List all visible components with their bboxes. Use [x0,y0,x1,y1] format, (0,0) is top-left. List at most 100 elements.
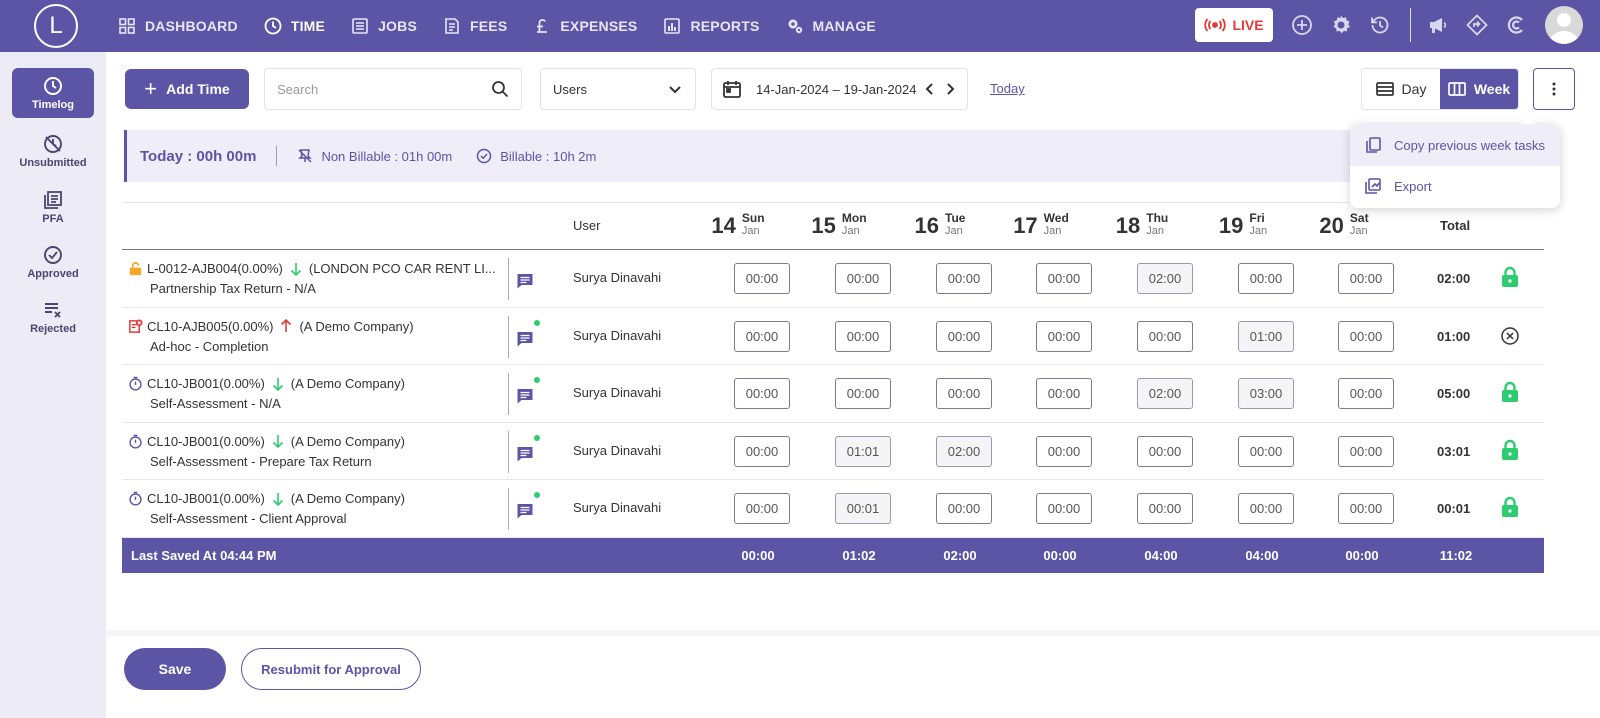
task-name: Ad-hoc - Completion [150,338,269,354]
unread-dot [534,319,540,326]
nav-jobs[interactable]: JOBS [351,17,417,35]
add-time-button[interactable]: + Add Time [125,69,249,109]
time-input-thu[interactable] [1137,263,1193,294]
comment-icon[interactable] [516,502,534,520]
chevron-left-icon[interactable] [923,82,937,96]
time-input-wed[interactable] [1036,493,1092,525]
time-input-mon[interactable] [835,435,891,467]
sidebar-item-unsubmitted[interactable]: Unsubmitted [12,126,94,176]
time-input-mon[interactable] [835,320,891,352]
routing-diamond-icon[interactable] [1464,12,1490,38]
resubmit-for-approval-button[interactable]: Resubmit for Approval [241,648,421,690]
chevron-right-icon[interactable] [943,82,957,96]
time-input-sun[interactable] [734,263,790,294]
time-input-sun[interactable] [734,378,790,410]
task-info: CL10-JB001(0.00%) (A Demo Company) Self-As… [128,491,508,526]
time-input-fri[interactable] [1238,493,1294,525]
time-input-fri[interactable] [1238,378,1294,410]
job-code[interactable]: CL10-AJB005(0.00%) [147,319,273,334]
time-input-sat[interactable] [1338,320,1394,352]
time-input-sun[interactable] [734,493,790,525]
time-input-tue[interactable] [936,493,992,525]
time-input-fri[interactable] [1238,320,1294,352]
brand-c-icon[interactable] [1503,12,1529,38]
nav-manage[interactable]: MANAGE [786,17,876,35]
day-month: Jan [1349,225,1368,237]
time-input-thu[interactable] [1137,378,1193,410]
time-input-tue[interactable] [936,320,992,352]
time-input-thu[interactable] [1137,493,1193,525]
date-range-picker[interactable]: 14-Jan-2024 – 19-Jan-2024 [711,68,968,110]
live-button[interactable]: LIVE [1195,8,1273,42]
save-button[interactable]: Save [124,648,226,690]
time-input-sat[interactable] [1338,263,1394,294]
sidebar-item-timelog[interactable]: Timelog [12,68,94,118]
time-input-mon[interactable] [835,493,891,525]
nav-expenses[interactable]: EXPENSES [533,17,637,35]
sidebar-item-label: Unsubmitted [19,156,87,169]
row-separator [508,488,509,531]
today-link[interactable]: Today [990,81,1025,96]
comment-icon[interactable] [516,272,534,290]
time-input-sat[interactable] [1338,493,1394,525]
app-logo[interactable]: L [34,4,78,48]
sidebar-item-rejected[interactable]: Rejected [12,292,94,342]
time-input-wed[interactable] [1036,263,1092,294]
time-input-sun[interactable] [734,320,790,352]
view-week-button[interactable]: Week [1440,69,1518,109]
week-view-icon [1447,82,1466,96]
time-input-mon[interactable] [835,378,891,410]
row-total: 02:00 [1437,271,1471,286]
view-day-button[interactable]: Day [1362,69,1440,109]
summary-bar: Today : 00h 00m Non Billable : 01h 00m B… [124,130,1544,182]
task-info: CL10-JB001(0.00%) (A Demo Company) Self-As… [128,376,508,411]
time-input-tue[interactable] [936,263,992,294]
job-code[interactable]: CL10-JB001(0.00%) [147,491,265,506]
clock-icon [44,76,62,95]
check-circle-icon [477,148,492,164]
job-code[interactable]: CL10-JB001(0.00%) [147,376,265,391]
more-options-button[interactable] [1533,68,1575,110]
users-select[interactable]: Users [540,68,696,110]
time-input-thu[interactable] [1137,320,1193,352]
time-input-sat[interactable] [1338,378,1394,410]
day-header-tue: 16 Tue Jan [890,211,990,241]
time-input-wed[interactable] [1036,378,1092,410]
time-input-sun[interactable] [734,435,790,467]
comment-icon[interactable] [516,387,534,405]
menu-item-copy-previous-week[interactable]: Copy previous week tasks [1350,124,1560,166]
megaphone-icon[interactable] [1425,12,1451,38]
nav-reports[interactable]: REPORTS [663,17,759,35]
time-input-wed[interactable] [1036,320,1092,352]
non-billable-stat: Non Billable : 01h 00m [297,148,452,164]
time-input-fri[interactable] [1238,435,1294,467]
calendar-icon[interactable] [722,79,742,99]
sidebar-item-pfa[interactable]: PFA [12,182,94,232]
time-input-mon[interactable] [835,263,891,294]
settings-gear-icon[interactable] [1328,12,1354,38]
client-name: (LONDON PCO CAR RENT LI... [308,261,496,276]
time-input-thu[interactable] [1137,435,1193,467]
time-input-tue[interactable] [936,435,992,467]
time-input-tue[interactable] [936,378,992,410]
user-avatar[interactable] [1545,6,1583,44]
job-code[interactable]: L-0012-AJB004(0.00%) [147,261,283,276]
users-select-value: Users [553,81,587,97]
nav-dashboard[interactable]: DASHBOARD [118,17,238,35]
comment-icon[interactable] [516,445,534,463]
search-input[interactable] [277,81,491,97]
sidebar-item-approved[interactable]: Approved [12,237,94,287]
job-code[interactable]: CL10-JB001(0.00%) [147,434,265,449]
close-circle-icon[interactable] [1500,324,1520,346]
add-circle-icon[interactable] [1289,12,1315,38]
time-input-wed[interactable] [1036,435,1092,467]
time-input-fri[interactable] [1238,263,1294,294]
nav-time[interactable]: TIME [264,17,325,35]
menu-item-export[interactable]: Export [1350,166,1560,206]
nav-fees[interactable]: FEES [443,17,507,35]
search-icon[interactable] [491,80,509,98]
comment-icon[interactable] [516,330,534,348]
time-input-sat[interactable] [1338,435,1394,467]
table-row: CL10-JB001(0.00%) (A Demo Company) Self-As… [122,423,1544,481]
history-icon[interactable] [1367,12,1393,38]
